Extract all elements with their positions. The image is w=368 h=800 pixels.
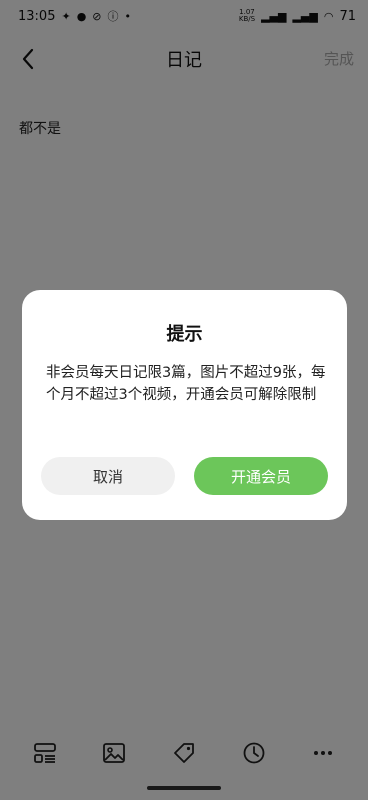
membership-dialog: 提示 非会员每天日记限3篇，图片不超过9张，每个月不超过3个视频，开通会员可解除… bbox=[22, 290, 347, 520]
dialog-title: 提示 bbox=[166, 324, 203, 345]
cancel-button[interactable]: 取消 bbox=[41, 457, 175, 495]
open-membership-button[interactable]: 开通会员 bbox=[194, 457, 328, 495]
dialog-message: 非会员每天日记限3篇，图片不超过9张，每个月不超过3个视频，开通会员可解除限制 bbox=[46, 365, 326, 403]
